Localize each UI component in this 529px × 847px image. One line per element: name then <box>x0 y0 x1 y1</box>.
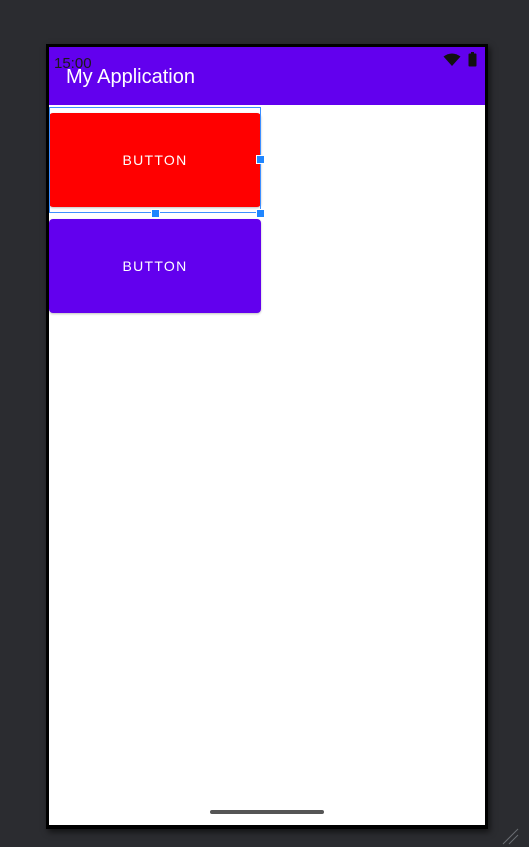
gesture-nav-bar[interactable] <box>210 810 324 814</box>
wifi-icon <box>443 53 461 72</box>
resize-handle-bottom-right[interactable] <box>256 209 265 218</box>
layout-editor-canvas: 15:00 My Application BUTTON BUTTON <box>0 0 529 847</box>
red-button[interactable]: BUTTON <box>49 113 261 207</box>
app-bar: 15:00 My Application <box>49 47 485 105</box>
battery-icon <box>468 52 477 72</box>
resize-handle-right[interactable] <box>256 155 265 164</box>
purple-button[interactable]: BUTTON <box>49 219 261 313</box>
device-screen: 15:00 My Application BUTTON BUTTON <box>49 47 485 825</box>
app-title: My Application <box>66 66 195 88</box>
status-icons <box>443 52 477 72</box>
resize-grip-icon[interactable] <box>499 825 519 845</box>
resize-handle-bottom[interactable] <box>151 209 160 218</box>
